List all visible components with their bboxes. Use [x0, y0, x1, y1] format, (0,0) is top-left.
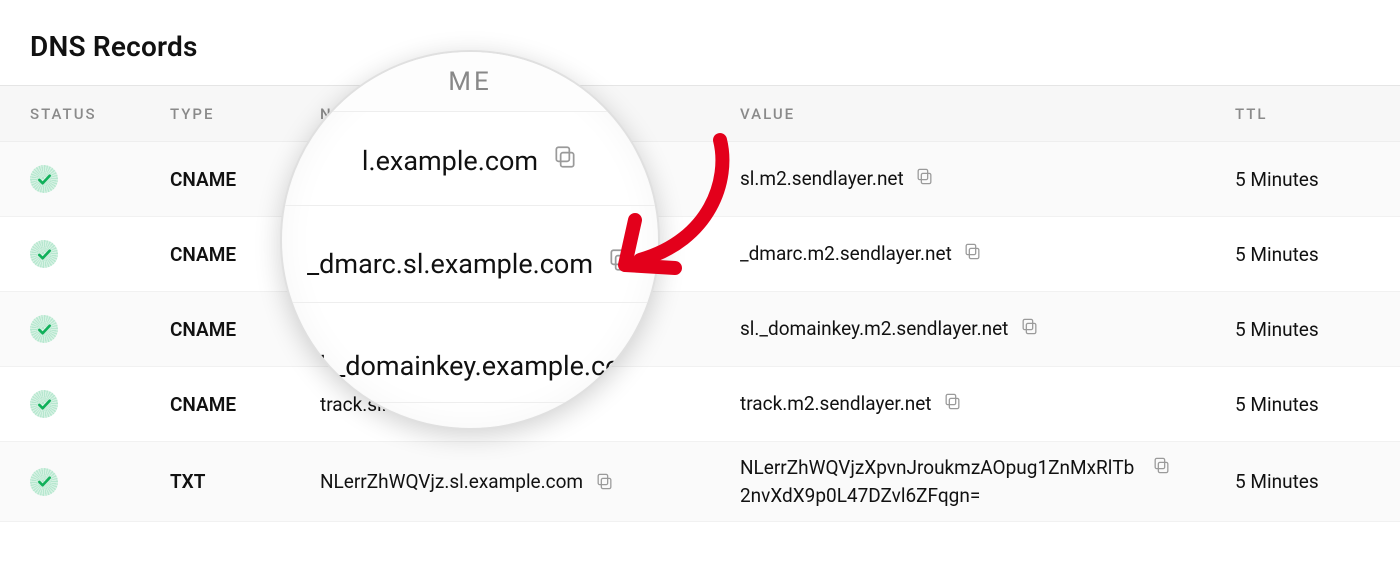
- col-header-name: NAME: [320, 105, 740, 123]
- page-title: DNS Records: [0, 0, 1400, 85]
- table-row: CNAME _dmarc.sl.example.com _dmarc.m2.se…: [0, 217, 1400, 292]
- record-value: sl.m2.sendlayer.net: [740, 165, 904, 193]
- table-header-row: STATUS TYPE NAME VALUE TTL: [0, 86, 1400, 142]
- record-type: CNAME: [170, 393, 320, 416]
- status-verified-icon: [30, 315, 58, 343]
- col-header-status: STATUS: [0, 105, 170, 123]
- copy-name-button[interactable]: [568, 318, 590, 340]
- copy-name-button[interactable]: [531, 243, 553, 265]
- record-type: CNAME: [170, 168, 320, 191]
- record-value: sl._domainkey.m2.sendlayer.net: [740, 315, 1008, 343]
- record-value: _dmarc.m2.sendlayer.net: [740, 240, 952, 268]
- record-ttl: 5 Minutes: [1235, 168, 1400, 191]
- table-row: CNAME sl._domainkey.example.com sl._doma…: [0, 292, 1400, 367]
- record-ttl: 5 Minutes: [1235, 393, 1400, 416]
- record-ttl: 5 Minutes: [1235, 318, 1400, 341]
- record-type: CNAME: [170, 318, 320, 341]
- dns-records-table: STATUS TYPE NAME VALUE TTL CNAME sl.exam…: [0, 85, 1400, 522]
- copy-value-button[interactable]: [1150, 454, 1172, 476]
- copy-name-button[interactable]: [593, 471, 615, 493]
- record-type: TXT: [170, 470, 320, 493]
- record-type: CNAME: [170, 243, 320, 266]
- col-header-value: VALUE: [740, 105, 1235, 123]
- status-verified-icon: [30, 390, 58, 418]
- record-value: NLerrZhWQVjzXpvnJroukmzAOpug1ZnMxRlTb2nv…: [740, 454, 1140, 509]
- copy-value-button[interactable]: [1018, 315, 1040, 337]
- table-row: CNAME sl.example.com sl.m2.sendlayer.net…: [0, 142, 1400, 217]
- copy-name-button[interactable]: [511, 393, 533, 415]
- record-ttl: 5 Minutes: [1235, 243, 1400, 266]
- copy-value-button[interactable]: [914, 165, 936, 187]
- table-row: CNAME track.sl.example.com track.m2.send…: [0, 367, 1400, 442]
- copy-value-button[interactable]: [962, 240, 984, 262]
- record-name: NLerrZhWQVjz.sl.example.com: [320, 470, 583, 493]
- col-header-ttl: TTL: [1235, 105, 1400, 123]
- col-header-type: TYPE: [170, 105, 320, 123]
- status-verified-icon: [30, 165, 58, 193]
- record-name: _dmarc.sl.example.com: [320, 243, 521, 266]
- status-verified-icon: [30, 468, 58, 496]
- table-row: TXT NLerrZhWQVjz.sl.example.com NLerrZhW…: [0, 442, 1400, 522]
- record-value: track.m2.sendlayer.net: [740, 390, 932, 418]
- record-name: sl.example.com: [320, 168, 454, 191]
- status-verified-icon: [30, 240, 58, 268]
- copy-value-button[interactable]: [942, 390, 964, 412]
- record-name: track.sl.example.com: [320, 393, 501, 416]
- record-name: sl._domainkey.example.com: [320, 318, 558, 341]
- copy-name-button[interactable]: [464, 168, 486, 190]
- record-ttl: 5 Minutes: [1235, 470, 1400, 493]
